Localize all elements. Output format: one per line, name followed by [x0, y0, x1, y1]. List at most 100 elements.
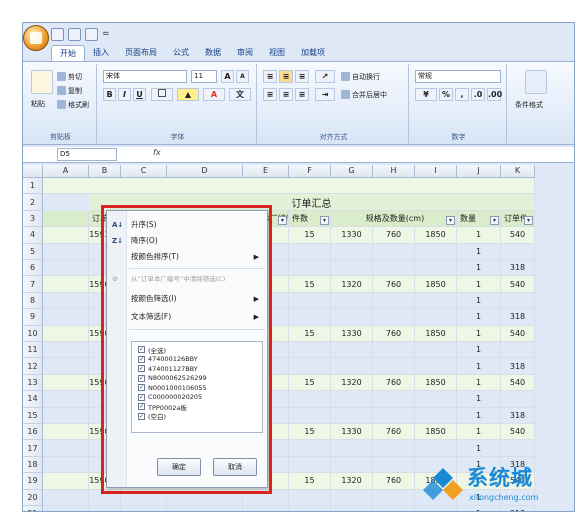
row-header[interactable]: 7: [23, 276, 43, 293]
tab-page-layout[interactable]: 页面布局: [117, 45, 165, 61]
table-cell[interactable]: [415, 358, 457, 375]
table-cell[interactable]: [289, 489, 331, 506]
column-header[interactable]: H: [373, 165, 415, 178]
table-cell[interactable]: [373, 309, 415, 326]
row-header[interactable]: 18: [23, 456, 43, 474]
row-header[interactable]: 19: [23, 473, 43, 490]
table-cell[interactable]: [243, 489, 289, 506]
table-cell[interactable]: 1: [457, 227, 501, 244]
font-size-select[interactable]: 11: [191, 70, 217, 83]
table-cell[interactable]: [167, 489, 243, 506]
row-header[interactable]: 10: [23, 325, 43, 342]
table-cell[interactable]: [331, 489, 373, 506]
table-cell[interactable]: 1320: [331, 374, 373, 392]
table-cell[interactable]: [373, 506, 415, 511]
table-cell[interactable]: 1320: [331, 276, 373, 293]
table-cell[interactable]: 1330: [331, 325, 373, 342]
header-cell[interactable]: 订单件 ▾: [501, 210, 535, 228]
table-cell[interactable]: [373, 358, 415, 375]
table-cell[interactable]: [167, 506, 243, 511]
header-cell[interactable]: [43, 210, 89, 228]
table-cell[interactable]: [415, 243, 457, 260]
align-middle-button[interactable]: ≡: [279, 70, 293, 83]
fx-icon[interactable]: fx: [153, 148, 161, 157]
cancel-button[interactable]: 取消: [213, 458, 257, 476]
table-cell[interactable]: [43, 358, 89, 375]
column-header[interactable]: E: [243, 165, 289, 178]
table-cell[interactable]: [289, 243, 331, 260]
office-button[interactable]: [23, 25, 49, 51]
table-cell[interactable]: [373, 489, 415, 506]
table-cell[interactable]: [415, 342, 457, 359]
table-cell[interactable]: [243, 506, 289, 511]
table-cell[interactable]: [43, 342, 89, 359]
table-cell[interactable]: [289, 440, 331, 457]
undo-icon[interactable]: [68, 27, 81, 41]
table-cell[interactable]: 1: [457, 276, 501, 293]
name-box[interactable]: D5: [57, 148, 117, 161]
header-cell[interactable]: 数量 ▾: [457, 210, 501, 228]
table-cell[interactable]: [121, 506, 167, 511]
save-icon[interactable]: [51, 27, 64, 41]
filter-item[interactable]: ✓ N0001000106055: [132, 383, 262, 393]
table-cell[interactable]: [415, 292, 457, 310]
table-cell[interactable]: [43, 506, 89, 511]
table-cell[interactable]: [331, 260, 373, 277]
table-cell[interactable]: 318: [501, 260, 535, 277]
row-header[interactable]: 21: [23, 506, 43, 511]
copy-button[interactable]: 复制: [57, 84, 82, 97]
row-header[interactable]: 5: [23, 243, 43, 260]
table-cell[interactable]: 15: [289, 276, 331, 293]
table-cell[interactable]: [373, 440, 415, 457]
table-cell[interactable]: [43, 227, 89, 244]
column-header[interactable]: F: [289, 165, 331, 178]
row-header[interactable]: 9: [23, 309, 43, 326]
conditional-format-button[interactable]: 条件格式: [515, 98, 543, 111]
paste-icon[interactable]: [31, 70, 53, 94]
table-cell[interactable]: [501, 243, 535, 260]
filter-item[interactable]: ✓ C000000020205: [132, 393, 262, 403]
redo-icon[interactable]: [85, 27, 98, 41]
font-name-select[interactable]: 宋体: [103, 70, 187, 83]
align-center-button[interactable]: ≡: [279, 88, 293, 101]
table-cell[interactable]: [415, 407, 457, 424]
paste-button[interactable]: 粘贴: [31, 97, 45, 110]
row-header[interactable]: 13: [23, 374, 43, 392]
column-header[interactable]: C: [121, 165, 167, 178]
table-cell[interactable]: [331, 292, 373, 310]
table-cell[interactable]: 760: [373, 424, 415, 441]
table-cell[interactable]: [43, 440, 89, 457]
filter-dropdown-icon[interactable]: ▾: [320, 216, 329, 226]
filter-item[interactable]: ✓ TPP0002a板: [132, 402, 262, 412]
table-cell[interactable]: [289, 309, 331, 326]
table-cell[interactable]: 15: [289, 374, 331, 392]
grow-font-button[interactable]: A: [221, 70, 234, 83]
filter-item[interactable]: ✓ N8000062526299: [132, 374, 262, 384]
table-cell[interactable]: 15: [289, 424, 331, 441]
column-header[interactable]: A: [43, 165, 89, 178]
comma-button[interactable]: ,: [455, 88, 469, 101]
bold-button[interactable]: B: [103, 88, 116, 101]
table-cell[interactable]: [289, 456, 331, 474]
table-cell[interactable]: [415, 391, 457, 408]
increase-decimal-button[interactable]: .0: [471, 88, 485, 101]
merge-center-button[interactable]: 合并后居中: [341, 88, 387, 101]
filter-item[interactable]: ✓ 474000126BBY: [132, 355, 262, 365]
conditional-format-icon[interactable]: [525, 70, 547, 94]
column-header[interactable]: K: [501, 165, 535, 178]
sheet-title[interactable]: 订单汇总: [89, 194, 535, 211]
table-cell[interactable]: [89, 506, 121, 511]
table-cell[interactable]: [43, 489, 89, 506]
table-cell[interactable]: 1: [457, 243, 501, 260]
table-cell[interactable]: 15: [289, 325, 331, 342]
table-cell[interactable]: 1: [457, 292, 501, 310]
filter-dropdown-icon[interactable]: ▾: [278, 216, 287, 226]
table-cell[interactable]: 540: [501, 276, 535, 293]
table-cell[interactable]: [331, 243, 373, 260]
row-header[interactable]: 16: [23, 424, 43, 441]
table-cell[interactable]: 15: [289, 473, 331, 490]
table-cell[interactable]: 1330: [331, 424, 373, 441]
table-cell[interactable]: 760: [373, 276, 415, 293]
table-cell[interactable]: [289, 506, 331, 511]
select-all-corner[interactable]: [23, 165, 43, 178]
